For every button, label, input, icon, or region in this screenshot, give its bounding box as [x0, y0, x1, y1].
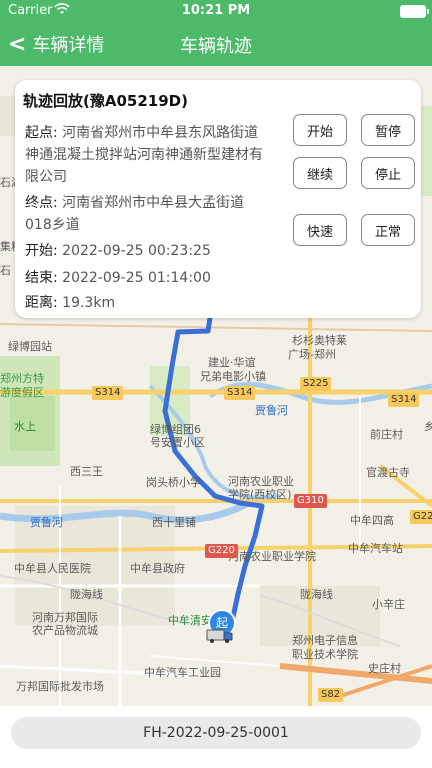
normal-speed-button[interactable]: 正常 [361, 214, 415, 246]
map-label: 贾鲁河 [255, 404, 288, 417]
start-key: 起点: [25, 125, 58, 141]
map-label: 广场-郑州 [288, 348, 336, 361]
map-label: 史庄村 [368, 662, 401, 675]
stop-button[interactable]: 停止 [361, 157, 415, 189]
map-label: 岗头桥小学 [146, 476, 201, 489]
navigation-bar: < 车辆详情 车辆轨迹 [0, 22, 432, 66]
road-badge: S314 [388, 393, 420, 407]
end-info: 终点: 河南省郑州市中牟县大孟街道 018乡道 [25, 192, 295, 236]
clock: 10:21 PM [181, 3, 251, 18]
map-label: 中牟县人民医院 [14, 562, 91, 575]
map-label: 中牟县政府 [130, 562, 185, 575]
map-label: 职业技术学院 [292, 648, 358, 661]
map-label: 石 [0, 264, 11, 277]
map-label: 陇海线 [300, 588, 333, 601]
fast-speed-button[interactable]: 快速 [293, 214, 347, 246]
road-badge: G220 [205, 544, 238, 558]
map-label: 号安置小区 [150, 436, 205, 449]
start-button[interactable]: 开始 [293, 114, 347, 146]
map-label: 乡 [424, 420, 432, 433]
map-label: 小辛庄 [372, 598, 405, 611]
battery-icon [400, 5, 429, 18]
begin-value: 2022-09-25 00:23:25 [62, 243, 211, 259]
resume-button[interactable]: 继续 [293, 157, 347, 189]
distance-row: 距离: 19.3km [25, 292, 115, 314]
finish-key: 结束: [25, 270, 58, 286]
road-badge: S225 [300, 377, 332, 391]
start-value-line: 神通混凝土搅拌站河南神通新型建材有 [25, 147, 263, 163]
distance-value: 19.3km [62, 295, 116, 311]
map-label: 学院(西校区) [228, 488, 292, 501]
map-label: 河南农业职业学院 [228, 550, 316, 563]
road-badge: G310 [294, 494, 327, 508]
map-label: 陇海线 [70, 588, 103, 601]
map-label: 水上 [14, 420, 36, 433]
end-value-line: 河南省郑州市中牟县大孟街道 [62, 195, 245, 211]
begin-key: 开始: [25, 243, 58, 259]
map-label: 官渡古寺 [366, 466, 410, 479]
playback-panel: 轨迹回放(豫A05219D) 起点: 河南省郑州市中牟县东风路街道 神通混凝土搅… [15, 80, 421, 318]
map-label: 中牟四高 [350, 514, 394, 527]
end-key: 终点: [25, 195, 58, 211]
finish-time-row: 结束: 2022-09-25 01:14:00 [25, 267, 211, 289]
map-label: 西十里铺 [152, 516, 196, 529]
panel-title: 轨迹回放(豫A05219D) [23, 92, 188, 110]
start-value-line: 河南省郑州市中牟县东风路街道 [62, 125, 259, 141]
footer-bar: FH-2022-09-25-0001 [0, 706, 432, 768]
begin-time-row: 开始: 2022-09-25 00:23:25 [25, 240, 211, 262]
bill-number: FH-2022-09-25-0001 [11, 717, 421, 749]
end-value-line: 018乡道 [25, 217, 80, 233]
road-badge: S314 [92, 386, 124, 400]
start-value-line: 限公司 [25, 169, 67, 185]
map-label: 农产品物流城 [32, 624, 98, 637]
road-badge: G22 [410, 510, 432, 524]
map-label: 前庄村 [370, 428, 403, 441]
map-label: 贾鲁河 [30, 516, 63, 529]
page-title: 车辆轨迹 [180, 36, 252, 57]
map-label: 中牟汽车工业园 [144, 666, 221, 679]
distance-key: 距离: [25, 295, 58, 311]
start-info: 起点: 河南省郑州市中牟县东风路街道 神通混凝土搅拌站河南神通新型建材有 限公司 [25, 122, 295, 188]
map-label: 西三王 [70, 465, 103, 478]
map-label: 中牟清安 [168, 614, 212, 627]
finish-value: 2022-09-25 01:14:00 [62, 270, 211, 286]
road-badge: S314 [224, 386, 256, 400]
truck-icon[interactable] [206, 628, 234, 644]
status-bar: Carrier 10:21 PM [0, 0, 432, 22]
map-label: 中牟汽车站 [348, 542, 403, 555]
map-label: 绿博园站 [8, 340, 52, 353]
pause-button[interactable]: 暂停 [361, 114, 415, 146]
map-label: 游度假区 [0, 386, 44, 399]
map-label: 万邦国际批发市场 [16, 680, 104, 693]
map-label: 兄弟电影小镇 [200, 370, 266, 383]
road-badge: S82 [318, 688, 344, 702]
